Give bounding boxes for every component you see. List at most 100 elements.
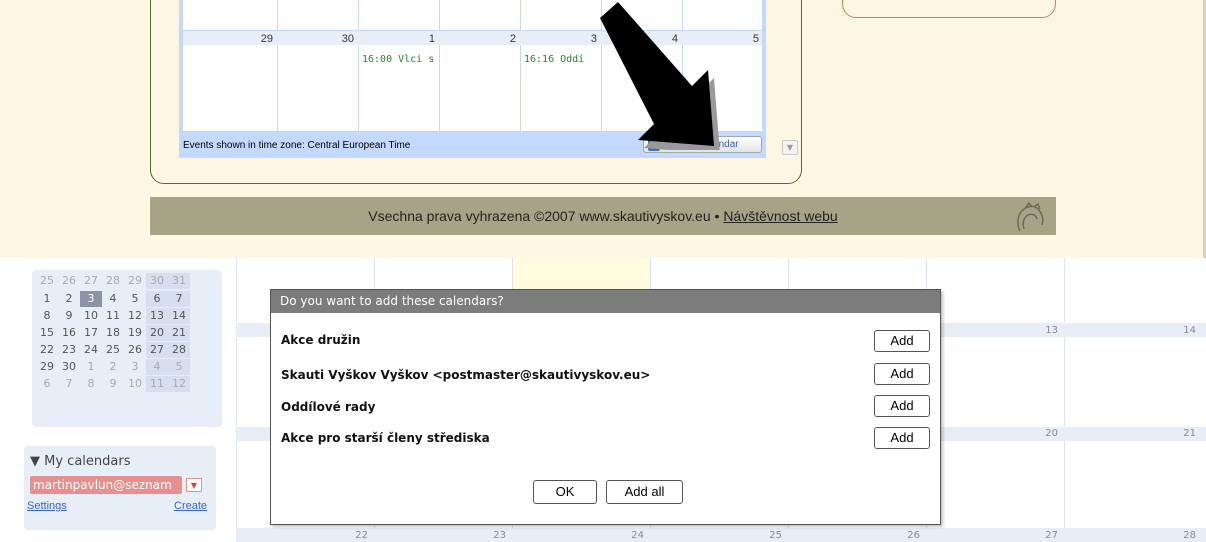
- mini-day[interactable]: 28: [168, 342, 190, 358]
- mini-day[interactable]: 9: [102, 376, 124, 392]
- my-calendars-toggle[interactable]: ▼ My calendars: [30, 454, 130, 469]
- day-number: 29: [260, 33, 273, 45]
- mini-day[interactable]: 21: [168, 325, 190, 341]
- mini-day[interactable]: 29: [124, 273, 146, 289]
- add-calendar-button[interactable]: Add: [874, 395, 930, 417]
- mini-day[interactable]: 14: [168, 308, 190, 324]
- grid-day-number[interactable]: 22: [328, 530, 368, 541]
- mini-day[interactable]: 18: [102, 325, 124, 341]
- add-calendar-button[interactable]: Add: [874, 363, 930, 385]
- calendar-name: Skauti Vyškov Vyškov <postmaster@skautiv…: [281, 368, 651, 382]
- mini-day[interactable]: 17: [80, 325, 102, 341]
- mini-day[interactable]: 11: [146, 376, 168, 392]
- mini-day[interactable]: 25: [102, 342, 124, 358]
- day-number: 2: [509, 33, 516, 45]
- mini-day[interactable]: 13: [146, 308, 168, 324]
- mini-day[interactable]: 10: [124, 376, 146, 392]
- mini-day[interactable]: 22: [36, 342, 58, 358]
- my-calendars-panel: ▼ My calendars martinpavlun@seznam ▼ Set…: [24, 446, 216, 530]
- mini-day[interactable]: 26: [124, 342, 146, 358]
- add-calendar-button[interactable]: Add: [874, 330, 930, 352]
- mini-calendar-week: 22 23 24 25 26 27 28: [36, 342, 190, 358]
- dialog-title: Do you want to add these calendars?: [271, 290, 940, 313]
- grid-day-number[interactable]: 24: [604, 530, 644, 541]
- mini-day[interactable]: 25: [36, 273, 58, 289]
- mini-day[interactable]: 15: [36, 325, 58, 341]
- grid-day-number[interactable]: 13: [1018, 325, 1058, 336]
- mini-calendar: 25 26 27 28 29 30 31 1234567 8 9 10 11 12 13 14 15 16…: [32, 270, 222, 427]
- mini-day[interactable]: 9: [58, 308, 80, 324]
- grid-day-number[interactable]: 27: [1018, 530, 1058, 541]
- mini-day[interactable]: 30: [146, 273, 168, 289]
- day-number: 3: [590, 33, 597, 45]
- mini-day[interactable]: 23: [58, 342, 80, 358]
- week-header: [236, 528, 1206, 542]
- mini-day[interactable]: 29: [36, 359, 58, 375]
- day-number: 30: [341, 33, 354, 45]
- footer-copyright: Vsechna prava vyhrazena ©2007 www.skauti…: [368, 208, 724, 224]
- grid-day-number[interactable]: 28: [1156, 530, 1196, 541]
- calendar-options-dropdown-icon[interactable]: ▼: [186, 478, 202, 492]
- mini-day[interactable]: 12: [124, 308, 146, 324]
- mini-day[interactable]: 28: [102, 273, 124, 289]
- mini-day[interactable]: 24: [80, 342, 102, 358]
- black-arrow-icon: [600, 2, 720, 150]
- mini-day[interactable]: 7: [168, 291, 190, 307]
- mini-day[interactable]: 11: [102, 308, 124, 324]
- mini-day-today[interactable]: 3: [80, 291, 102, 307]
- user-calendar-chip[interactable]: martinpavlun@seznam: [30, 476, 182, 494]
- mini-day[interactable]: 26: [58, 273, 80, 289]
- mini-day[interactable]: 1: [36, 291, 58, 307]
- mini-day[interactable]: 8: [80, 376, 102, 392]
- grid-day-number[interactable]: 21: [1156, 428, 1196, 439]
- calendar-event[interactable]: 16:16 Oddí: [524, 54, 600, 65]
- settings-link[interactable]: Settings: [27, 500, 67, 512]
- mini-day[interactable]: 27: [146, 342, 168, 358]
- mini-day[interactable]: 6: [36, 376, 58, 392]
- mini-calendar-week: 15 16 17 18 19 20 21: [36, 325, 190, 341]
- scroll-down-arrow-icon[interactable]: ▼: [782, 140, 798, 155]
- grid-day-number[interactable]: 23: [466, 530, 506, 541]
- mini-day[interactable]: 4: [102, 291, 124, 307]
- mini-day[interactable]: 30: [58, 359, 80, 375]
- calendar-name: Oddílové rady: [281, 400, 376, 414]
- calendar-event[interactable]: 16:00 Vlci s: [362, 54, 438, 65]
- mini-day[interactable]: 2: [58, 291, 80, 307]
- mini-day[interactable]: 5: [168, 359, 190, 375]
- mini-calendar-week: 29 30 1 2 3 4 5: [36, 359, 190, 375]
- mini-day[interactable]: 2: [102, 359, 124, 375]
- grid-day-number[interactable]: 26: [880, 530, 920, 541]
- mini-calendar-week: 6 7 8 9 10 11 12: [36, 376, 190, 392]
- mini-day[interactable]: 16: [58, 325, 80, 341]
- create-link[interactable]: Create: [174, 500, 207, 512]
- mini-day[interactable]: 7: [58, 376, 80, 392]
- mini-day[interactable]: 6: [146, 291, 168, 307]
- mini-day[interactable]: 31: [168, 273, 190, 289]
- mini-calendar-week: 8 9 10 11 12 13 14: [36, 308, 190, 324]
- timezone-text: Events shown in time zone: Central Europ…: [183, 140, 411, 151]
- side-panel-box: [842, 0, 1056, 18]
- lily-logo-icon: [1017, 201, 1044, 232]
- calendar-name: Akce družin: [281, 333, 361, 347]
- grid-day-number[interactable]: 20: [1018, 428, 1058, 439]
- mini-day[interactable]: 1: [80, 359, 102, 375]
- mini-day[interactable]: 8: [36, 308, 58, 324]
- mini-day[interactable]: 4: [146, 359, 168, 375]
- mini-day[interactable]: 10: [80, 308, 102, 324]
- visit-stats-link[interactable]: Návštěvnost webu: [723, 208, 837, 224]
- day-number: 1: [428, 33, 435, 45]
- add-calendar-button[interactable]: Add: [874, 427, 930, 449]
- site-footer: Vsechna prava vyhrazena ©2007 www.skauti…: [150, 197, 1056, 235]
- mini-calendar-week: 1234567: [36, 291, 190, 307]
- add-all-button[interactable]: Add all: [606, 480, 683, 504]
- mini-day[interactable]: 12: [168, 376, 190, 392]
- mini-day[interactable]: 5: [124, 291, 146, 307]
- mini-day[interactable]: 20: [146, 325, 168, 341]
- mini-day[interactable]: 19: [124, 325, 146, 341]
- ok-button[interactable]: OK: [533, 480, 597, 504]
- grid-day-number[interactable]: 25: [742, 530, 782, 541]
- mini-calendar-week: 25 26 27 28 29 30 31: [36, 273, 190, 289]
- mini-day[interactable]: 27: [80, 273, 102, 289]
- grid-day-number[interactable]: 14: [1156, 325, 1196, 336]
- mini-day[interactable]: 3: [124, 359, 146, 375]
